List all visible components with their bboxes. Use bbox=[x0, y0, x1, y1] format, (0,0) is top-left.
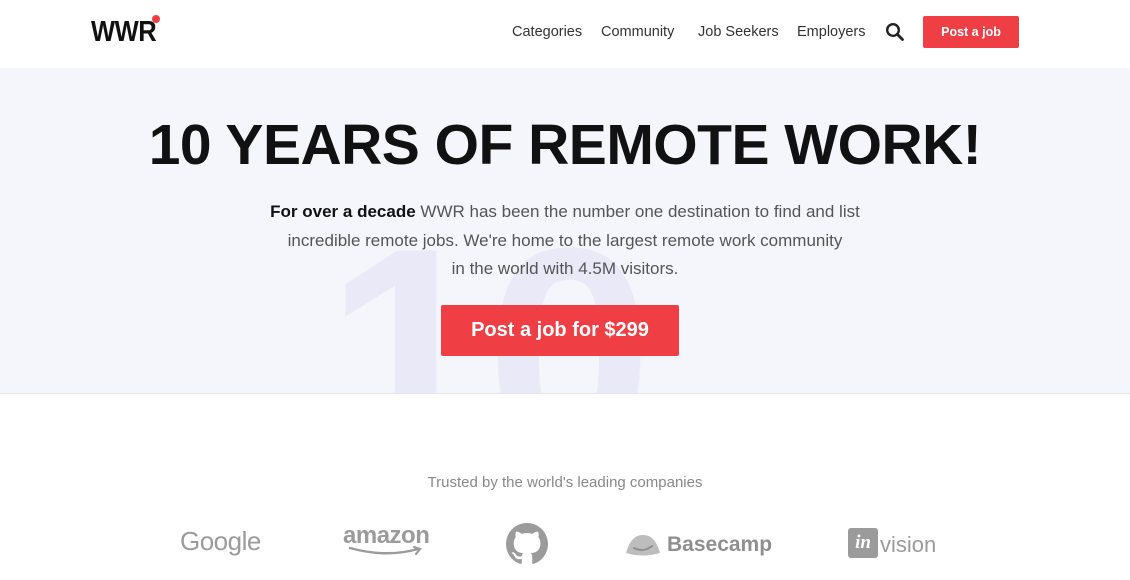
nav-employers[interactable]: Employers bbox=[797, 24, 866, 40]
hero-description: For over a decade WWR has been the numbe… bbox=[215, 198, 915, 284]
post-job-cta-button[interactable]: Post a job for $299 bbox=[441, 305, 679, 356]
amazon-smile-icon bbox=[348, 546, 422, 556]
basecamp-icon bbox=[626, 535, 660, 556]
invision-logo: vision bbox=[880, 532, 937, 557]
post-job-button[interactable]: Post a job bbox=[923, 16, 1019, 48]
basecamp-logo: Basecamp bbox=[667, 533, 773, 556]
nav-job-seekers[interactable]: Job Seekers bbox=[698, 24, 779, 40]
google-logo: Google bbox=[180, 526, 261, 556]
nav-community[interactable]: Community bbox=[601, 24, 674, 40]
site-header: WWR Categories Community Job Seekers Emp… bbox=[0, 0, 1130, 68]
hero-description-line1: WWR has been the number one destination … bbox=[415, 202, 860, 221]
wwr-logo[interactable]: WWR bbox=[91, 16, 157, 49]
hero-section: 10 10 YEARS OF REMOTE WORK! For over a d… bbox=[0, 68, 1130, 394]
hero-title: 10 YEARS OF REMOTE WORK! bbox=[148, 113, 982, 177]
hero-description-line2: incredible remote jobs. We're home to th… bbox=[287, 230, 843, 250]
trusted-heading: Trusted by the world's leading companies bbox=[427, 474, 703, 491]
github-icon bbox=[506, 523, 548, 565]
hero-description-line3: in the world with 4.5M visitors. bbox=[451, 259, 679, 278]
nav-categories[interactable]: Categories bbox=[512, 24, 582, 40]
hero-description-bold: For over a decade bbox=[270, 202, 416, 221]
logo-dot bbox=[152, 15, 160, 23]
invision-mark-icon: in bbox=[848, 528, 878, 558]
search-icon[interactable] bbox=[885, 22, 905, 42]
